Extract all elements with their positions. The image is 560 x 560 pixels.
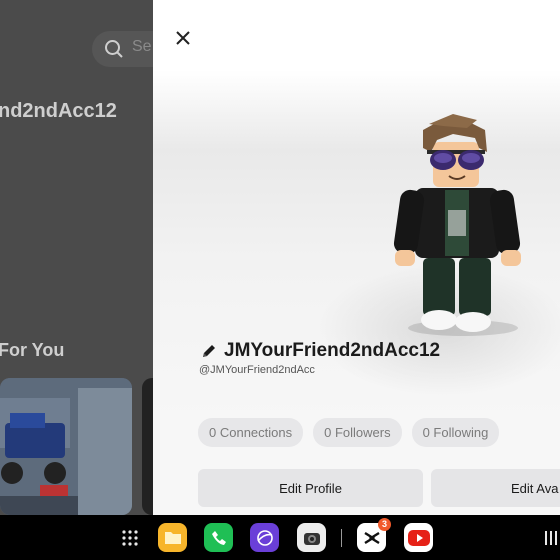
experience-thumbnail [0, 378, 132, 515]
followers-count[interactable]: 0 Followers [313, 418, 402, 447]
youtube-icon[interactable] [404, 523, 433, 552]
search-icon [104, 39, 124, 64]
taskbar [0, 515, 560, 560]
edit-avatar-button[interactable]: Edit Ava [431, 469, 560, 507]
taskbar-divider [341, 529, 342, 547]
camera-icon[interactable] [297, 523, 326, 552]
apps-grid-icon[interactable] [121, 529, 139, 552]
phone-icon[interactable] [204, 523, 233, 552]
close-icon[interactable] [171, 26, 197, 52]
background-search-placeholder: Se [132, 38, 152, 55]
profile-panel: JMYourFriend2ndAcc12 @JMYourFriend2ndAcc… [153, 0, 560, 515]
recents-button[interactable] [545, 531, 557, 545]
background-username: nd2ndAcc12 [0, 100, 117, 122]
notification-badge: 3 [378, 518, 391, 531]
files-icon[interactable] [158, 523, 187, 552]
following-count[interactable]: 0 Following [411, 418, 500, 447]
connections-count[interactable]: 0 Connections [198, 418, 304, 447]
browser-icon[interactable] [250, 523, 279, 552]
edit-profile-button[interactable]: Edit Profile [198, 469, 423, 507]
display-name: JMYourFriend2ndAcc12 [224, 340, 441, 361]
avatar-3d-preview[interactable] [393, 110, 523, 340]
background-section-title: For You [0, 340, 65, 360]
profile-stats: 0 Connections 0 Followers 0 Following [198, 418, 500, 447]
username-handle: @JMYourFriend2ndAcc [199, 364, 315, 376]
pencil-icon[interactable] [200, 342, 218, 360]
display-name-row: JMYourFriend2ndAcc12 [200, 340, 440, 362]
